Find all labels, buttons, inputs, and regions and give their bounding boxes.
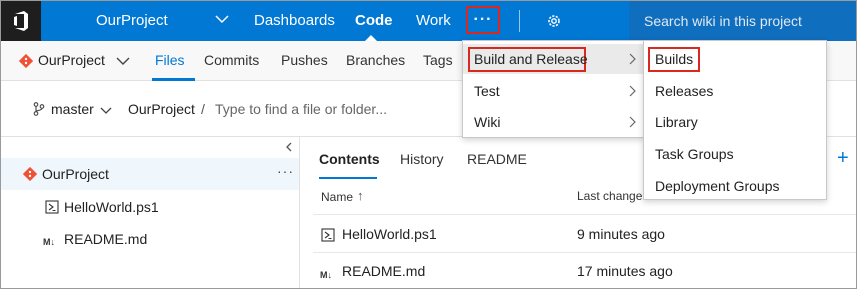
more-nav-button[interactable]: ··· bbox=[466, 6, 500, 34]
breadcrumb-separator: / bbox=[201, 101, 205, 117]
breadcrumb-root[interactable]: OurProject bbox=[128, 101, 195, 117]
tab-tags[interactable]: Tags bbox=[423, 52, 453, 68]
svg-text:M↓: M↓ bbox=[43, 237, 55, 246]
branch-icon bbox=[33, 102, 45, 121]
tab-pushes[interactable]: Pushes bbox=[281, 52, 328, 68]
menu-item-label: Builds bbox=[655, 51, 694, 67]
file-name[interactable]: HelloWorld.ps1 bbox=[342, 226, 437, 242]
tab-readme[interactable]: README bbox=[467, 151, 527, 167]
chevron-down-icon[interactable] bbox=[215, 12, 229, 31]
active-tab-underline bbox=[319, 177, 377, 179]
window: OurProject Dashboards Code Work ··· Sear… bbox=[0, 0, 857, 289]
menu-item-label: Build and Release bbox=[474, 51, 588, 67]
tab-history[interactable]: History bbox=[400, 151, 444, 167]
menu-item-test[interactable]: Test bbox=[463, 76, 644, 106]
tree-item-label: README.md bbox=[64, 231, 148, 247]
tab-contents[interactable]: Contents bbox=[319, 151, 380, 167]
menu-item-builds[interactable]: Builds bbox=[644, 43, 826, 75]
more-dots-icon: ··· bbox=[473, 11, 493, 28]
nav-code[interactable]: Code bbox=[355, 12, 393, 29]
menu-item-label: Wiki bbox=[474, 114, 501, 130]
last-change-time: 17 minutes ago bbox=[577, 263, 673, 279]
add-icon[interactable]: + bbox=[837, 147, 849, 170]
chevron-right-icon bbox=[628, 84, 636, 102]
top-nav-bar: OurProject Dashboards Code Work ··· Sear… bbox=[1, 1, 856, 41]
sort-ascending-icon[interactable]: ↑ bbox=[357, 188, 364, 203]
powershell-file-icon bbox=[45, 200, 59, 219]
active-tab-underline bbox=[152, 78, 195, 81]
tab-files[interactable]: Files bbox=[155, 52, 185, 68]
tree-item[interactable]: M↓ README.md bbox=[1, 224, 299, 254]
nav-work[interactable]: Work bbox=[416, 12, 451, 29]
tab-branches[interactable]: Branches bbox=[346, 52, 405, 68]
collapse-pane-icon[interactable] bbox=[285, 141, 293, 155]
tree-root-label: OurProject bbox=[42, 166, 109, 182]
column-header-last-change[interactable]: Last change bbox=[577, 189, 642, 203]
menu-item-wiki[interactable]: Wiki bbox=[463, 107, 644, 137]
markdown-file-icon: M↓ bbox=[320, 266, 338, 284]
menu-item-label: Releases bbox=[655, 83, 714, 99]
gear-icon[interactable] bbox=[546, 13, 562, 34]
menu-item-deployment-groups[interactable]: Deployment Groups bbox=[644, 170, 826, 202]
git-repo-icon bbox=[22, 166, 38, 186]
tree-item[interactable]: HelloWorld.ps1 bbox=[1, 192, 299, 222]
table-row[interactable]: HelloWorld.ps1 9 minutes ago bbox=[301, 216, 856, 252]
branch-selector[interactable]: master bbox=[51, 101, 94, 117]
menu-item-label: Deployment Groups bbox=[655, 178, 780, 194]
chevron-right-icon bbox=[628, 52, 636, 70]
menu-item-label: Task Groups bbox=[655, 146, 734, 162]
tree-root-item[interactable]: OurProject ··· bbox=[1, 158, 299, 190]
project-name[interactable]: OurProject bbox=[96, 12, 168, 29]
last-change-time: 9 minutes ago bbox=[577, 226, 665, 242]
menu-item-label: Library bbox=[655, 114, 698, 130]
menu-item-build-and-release[interactable]: Build and Release bbox=[463, 44, 644, 74]
search-wiki-input[interactable]: Search wiki in this project bbox=[629, 1, 856, 41]
nav-separator bbox=[519, 10, 520, 32]
path-search-input[interactable] bbox=[215, 98, 445, 120]
file-tree-pane: OurProject ··· HelloWorld.ps1 M↓ README.… bbox=[1, 137, 300, 288]
vsts-logo-icon[interactable] bbox=[1, 1, 41, 41]
chevron-right-icon bbox=[628, 115, 636, 133]
menu-item-releases[interactable]: Releases bbox=[644, 75, 826, 107]
chevron-down-icon[interactable] bbox=[100, 103, 112, 121]
more-options-icon[interactable]: ··· bbox=[277, 163, 294, 179]
tree-item-label: HelloWorld.ps1 bbox=[64, 199, 159, 215]
repo-selector[interactable]: OurProject bbox=[38, 52, 105, 68]
powershell-file-icon bbox=[321, 228, 335, 247]
nav-dashboards[interactable]: Dashboards bbox=[254, 12, 335, 29]
row-divider bbox=[313, 214, 856, 215]
more-menu: Build and Release Test Wiki bbox=[462, 40, 645, 138]
git-repo-icon bbox=[18, 53, 34, 73]
tab-commits[interactable]: Commits bbox=[204, 52, 259, 68]
chevron-down-icon[interactable] bbox=[116, 54, 130, 72]
table-row[interactable]: M↓ README.md 17 minutes ago bbox=[301, 253, 856, 288]
menu-item-label: Test bbox=[474, 83, 500, 99]
file-name[interactable]: README.md bbox=[342, 263, 425, 279]
menu-item-library[interactable]: Library bbox=[644, 106, 826, 138]
column-header-name[interactable]: Name bbox=[321, 190, 353, 204]
markdown-file-icon: M↓ bbox=[43, 233, 61, 251]
build-release-submenu: Builds Releases Library Task Groups Depl… bbox=[643, 40, 827, 200]
menu-item-task-groups[interactable]: Task Groups bbox=[644, 138, 826, 170]
svg-text:M↓: M↓ bbox=[320, 270, 332, 279]
